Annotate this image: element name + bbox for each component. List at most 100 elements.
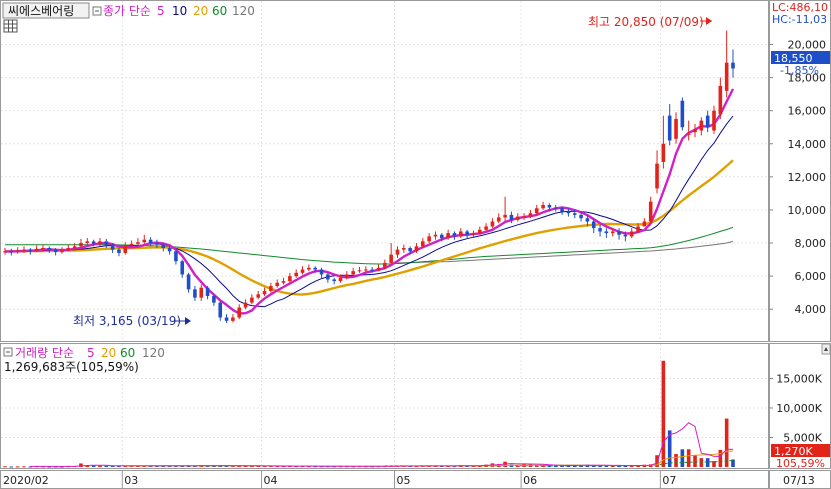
volume-bar	[718, 449, 723, 467]
candle-body	[661, 143, 666, 162]
price-tick-label: 20,000	[788, 38, 827, 51]
current-volume-pct: 105,59%	[776, 457, 825, 470]
candle-body	[490, 221, 495, 227]
candle-body	[104, 241, 109, 245]
candle-body	[686, 133, 691, 135]
candle-body	[338, 277, 343, 282]
low-marker-label: 최저 3,165 (03/19)	[73, 314, 181, 328]
volume-bar	[15, 466, 20, 468]
volume-moving-averages	[30, 422, 734, 468]
candle-body	[72, 246, 77, 248]
candle-body	[345, 274, 349, 278]
candle-body	[421, 241, 425, 247]
candle-body	[534, 208, 539, 214]
candle-body	[522, 216, 526, 218]
volume-bar	[705, 458, 710, 467]
volume-bar	[22, 466, 26, 468]
price-legend-period-10: 10	[172, 4, 187, 18]
candle-body	[528, 213, 533, 217]
candle-body	[91, 241, 96, 244]
candle-body	[167, 247, 172, 252]
volume-legend-period-60: 60	[120, 346, 135, 360]
grid-table-icon[interactable]	[3, 19, 18, 33]
candle-body	[604, 231, 609, 234]
candle-body	[205, 287, 210, 296]
volume-tick-label: 10,000K	[776, 402, 822, 415]
current-price-change: -1,85%	[780, 64, 819, 77]
candle-body	[41, 247, 45, 249]
candle-body	[110, 244, 115, 250]
candle-body	[680, 100, 685, 128]
candle-body	[585, 218, 590, 222]
date-tick-label: 04	[264, 474, 278, 487]
candle-body	[180, 261, 185, 275]
volume-axis-ticks: 5,000K 10,000K 15,000K	[769, 372, 823, 444]
volume-bar	[699, 458, 704, 467]
candle-body	[541, 204, 545, 209]
candle-body	[693, 128, 697, 133]
candle-body	[572, 213, 577, 215]
candle-body	[300, 269, 305, 273]
volume-bars	[3, 360, 735, 468]
price-moving-averages	[4, 88, 735, 315]
volume-bar	[693, 455, 697, 467]
price-legend-toggle[interactable]	[92, 6, 102, 16]
candle-body	[598, 228, 602, 232]
candle-body	[446, 233, 450, 239]
candle-body	[142, 239, 147, 243]
candle-body	[408, 247, 412, 252]
candle-body	[136, 242, 140, 244]
volume-legend-period-5: 5	[87, 346, 95, 360]
volume-bar	[9, 466, 14, 468]
candle-body	[224, 317, 229, 321]
candle-body	[22, 249, 26, 251]
candle-body	[503, 214, 507, 218]
candle-body	[617, 231, 621, 235]
price-axis-ticks: 4,0006,0008,00010,00012,00014,00016,0001…	[769, 38, 826, 316]
candle-body	[47, 247, 52, 250]
high-arrow-icon	[706, 17, 712, 25]
price-legend-period-5: 5	[157, 4, 165, 18]
price-tick-label: 14,000	[788, 138, 827, 151]
candle-body	[402, 247, 406, 250]
candle-body	[724, 62, 729, 91]
candle-body	[433, 234, 438, 237]
candle-body	[281, 281, 286, 283]
candle-body	[155, 243, 159, 245]
candle-body	[674, 118, 678, 139]
candle-body	[123, 245, 128, 253]
candle-body	[509, 214, 514, 220]
candle-body	[705, 115, 710, 128]
candle-body	[9, 251, 14, 253]
candle-body	[129, 243, 134, 246]
candle-body	[496, 217, 501, 222]
candle-body	[212, 295, 216, 303]
candle-body	[269, 286, 273, 292]
volume-bar	[674, 454, 678, 467]
candle-body	[364, 269, 368, 271]
price-panel	[0, 0, 769, 342]
candle-body	[667, 115, 672, 141]
volume-bar	[661, 360, 666, 467]
candle-body	[440, 234, 444, 239]
date-tick-label: 07	[662, 474, 676, 487]
candle-body	[452, 233, 457, 237]
stock-chart: 4,000 6,000 8,000 10,000 12,000 14,000 16,000 1…	[0, 0, 831, 489]
candle-body	[326, 274, 330, 280]
candle-body	[85, 241, 90, 244]
candle-body	[288, 276, 292, 282]
candle-body	[218, 302, 223, 318]
candle-body	[566, 211, 571, 214]
candle-body	[161, 244, 166, 248]
price-tick-label: 10,000	[788, 204, 827, 217]
candle-body	[629, 231, 634, 237]
date-tick-label: 05	[396, 474, 410, 487]
candle-body	[370, 269, 374, 271]
candle-body	[294, 272, 298, 277]
volume-summary: 1,269,683주(105,59%)	[4, 360, 139, 374]
candle-body	[53, 249, 58, 253]
candle-body	[193, 289, 197, 298]
volume-ma-line-5	[30, 422, 734, 468]
candle-body	[34, 248, 39, 252]
candle-body	[250, 297, 254, 303]
